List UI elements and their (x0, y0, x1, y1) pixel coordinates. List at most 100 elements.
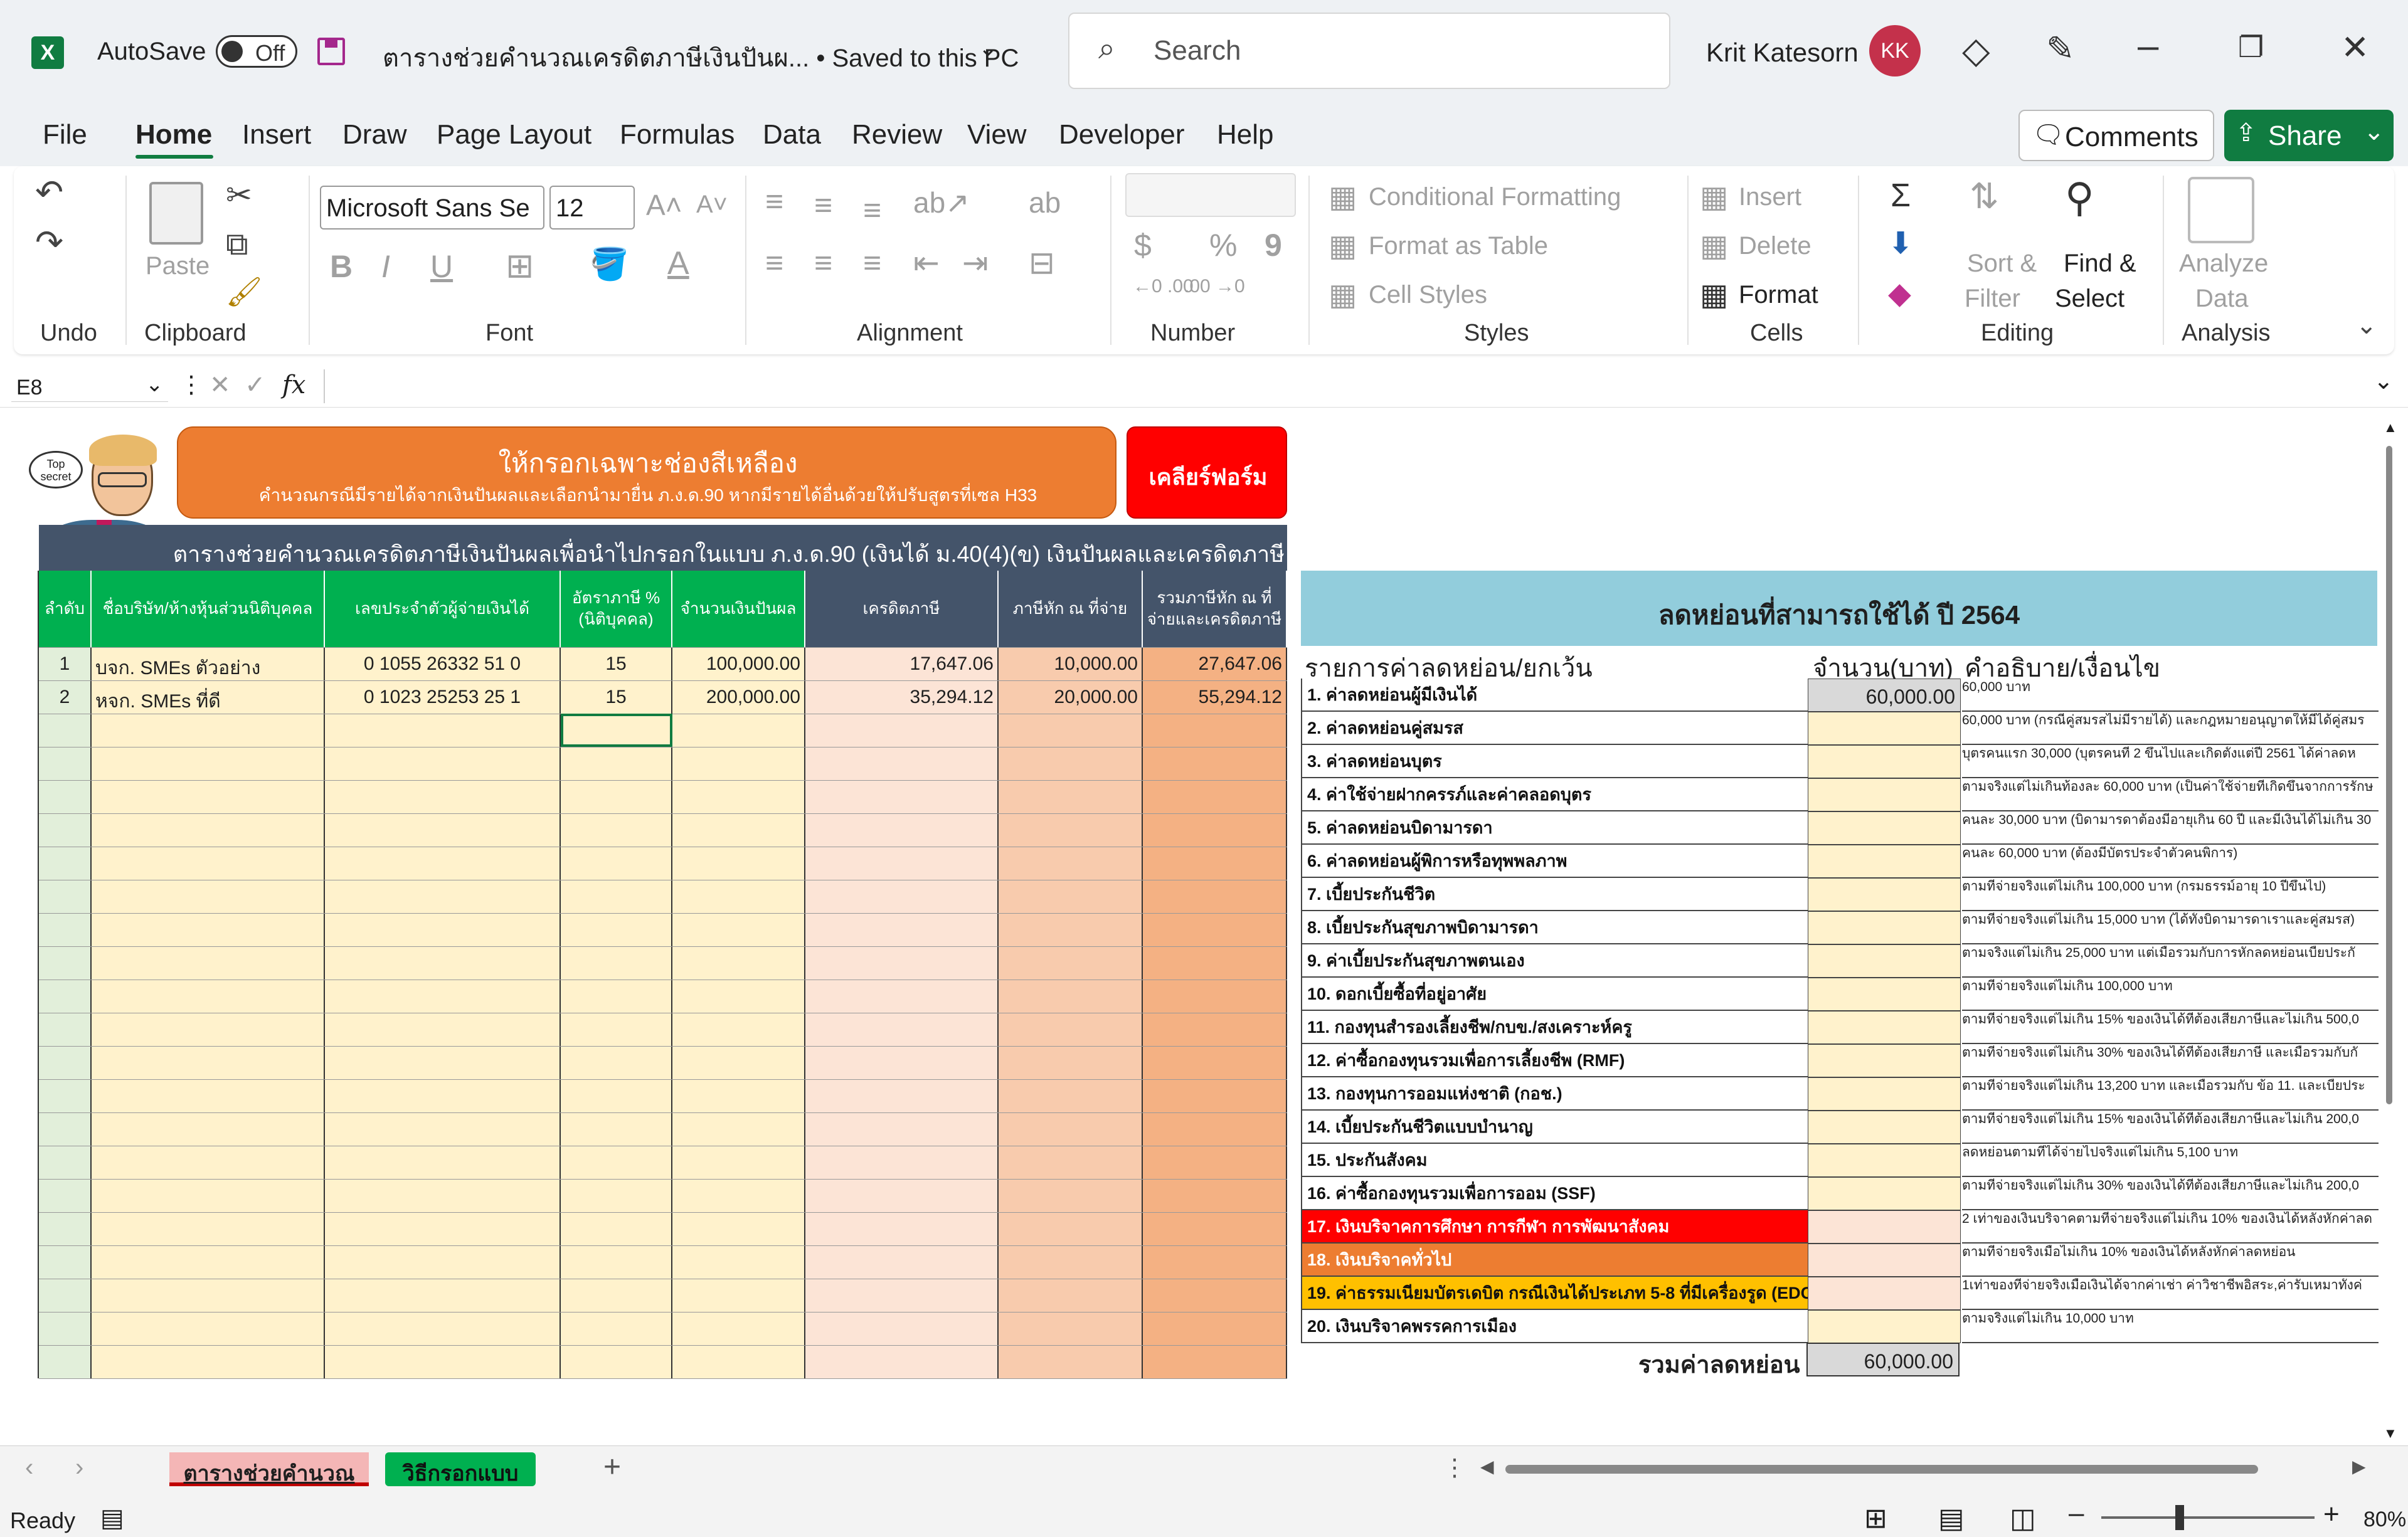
autosave-toggle[interactable]: Off (216, 35, 297, 68)
zoom-level[interactable]: 80% (2363, 1508, 2406, 1532)
clear-form-button[interactable]: เคลียร์ฟอร์ม (1127, 426, 1287, 519)
deduction-amount-input[interactable] (1808, 878, 1961, 911)
table-cell[interactable]: 17,647.06 (809, 653, 994, 680)
tab-view[interactable]: View (967, 119, 1027, 151)
tab-data[interactable]: Data (763, 119, 821, 151)
deduction-amount-input[interactable] (1808, 1111, 1961, 1144)
zoom-slider[interactable] (2101, 1505, 2315, 1530)
table-cell[interactable]: 15 (565, 687, 667, 714)
sort-filter-icon[interactable]: ⇅ (1970, 176, 1999, 217)
avatar[interactable]: KK (1869, 25, 1921, 77)
find-select-label-2[interactable]: Select (2055, 285, 2124, 313)
minimize-icon[interactable]: – (2138, 24, 2158, 67)
table-cell[interactable]: 200,000.00 (676, 687, 800, 714)
underline-button[interactable]: U (430, 248, 453, 285)
deduction-amount-input[interactable] (1808, 778, 1961, 811)
find-select-icon[interactable]: ⚲ (2065, 174, 2094, 221)
cancel-icon[interactable]: ✕ (210, 371, 231, 399)
table-cell[interactable]: 15 (565, 653, 667, 680)
deduction-amount-input[interactable] (1808, 944, 1961, 978)
diamond-icon[interactable]: ◇ (1962, 29, 1990, 71)
copy-icon[interactable]: ⧉ (226, 226, 248, 263)
currency-button[interactable]: $ (1134, 227, 1152, 263)
table-cell[interactable]: 27,647.06 (1147, 653, 1282, 680)
tab-insert[interactable]: Insert (242, 119, 311, 151)
pen-icon[interactable]: ✎ (2046, 29, 2074, 68)
analyze-data-label-2[interactable]: Data (2195, 285, 2249, 313)
deduction-amount-input[interactable] (1808, 1244, 1961, 1277)
table-cell[interactable]: 0 1055 26332 51 0 (329, 653, 556, 680)
delete-cells-button[interactable]: Delete (1739, 232, 1811, 260)
orientation-icon[interactable]: ab↗ (913, 186, 970, 219)
tab-developer[interactable]: Developer (1059, 119, 1185, 151)
undo-icon[interactable]: ↶ (35, 172, 63, 212)
deduction-amount-input[interactable] (1808, 811, 1961, 845)
deduction-amount-input[interactable] (1808, 978, 1961, 1011)
scroll-up-icon[interactable]: ▲ (2384, 420, 2397, 436)
page-layout-view-icon[interactable]: ▤ (1938, 1503, 1965, 1534)
format-as-table-button[interactable]: Format as Table (1369, 232, 1548, 260)
sheet-tab-calc[interactable]: ตารางช่วยคำนวณ (169, 1452, 369, 1486)
deduction-amount-input[interactable] (1808, 1310, 1961, 1343)
table-cell[interactable]: 100,000.00 (676, 653, 800, 680)
deduction-amount-input[interactable] (1808, 1144, 1961, 1177)
deduction-amount-input[interactable] (1808, 1044, 1961, 1077)
tab-review[interactable]: Review (852, 119, 942, 151)
tab-file[interactable]: File (43, 119, 87, 151)
zoom-in-icon[interactable]: + (2323, 1499, 2340, 1530)
close-icon[interactable]: ✕ (2341, 28, 2369, 67)
fill-icon[interactable]: ⬇ (1888, 226, 1913, 261)
deduction-amount-input[interactable] (1808, 911, 1961, 944)
table-cell[interactable]: 35,294.12 (809, 687, 994, 714)
increase-font-icon[interactable]: A˄ (646, 188, 682, 222)
percent-button[interactable]: % (1209, 227, 1237, 263)
function-icon[interactable]: fx (282, 371, 305, 399)
redo-icon[interactable]: ↷ (35, 223, 63, 262)
deduction-amount-input[interactable] (1808, 1077, 1961, 1111)
deduction-amount-input[interactable] (1808, 712, 1961, 745)
decrease-indent-icon[interactable]: ⇤ (913, 245, 940, 281)
decrease-decimal-icon[interactable]: .00 →0 (1184, 276, 1245, 297)
deduction-amount-input[interactable] (1808, 1011, 1961, 1044)
borders-icon[interactable]: ⊞ (506, 246, 534, 285)
paste-label[interactable]: Paste (146, 252, 210, 280)
bold-button[interactable]: B (330, 248, 353, 285)
table-cell[interactable]: 2 (43, 687, 87, 714)
cut-icon[interactable]: ✂ (226, 177, 252, 213)
tab-home[interactable]: Home (135, 119, 212, 151)
conditional-formatting-button[interactable]: Conditional Formatting (1369, 183, 1621, 211)
deduction-amount-input[interactable] (1808, 1210, 1961, 1244)
align-middle-icon[interactable]: ≡ (814, 187, 832, 223)
align-right-icon[interactable]: ≡ (863, 245, 881, 281)
tab-help[interactable]: Help (1217, 119, 1274, 151)
deduction-amount-input[interactable] (1808, 845, 1961, 878)
table-cell[interactable]: บจก. SMEs ตัวอย่าง (95, 653, 320, 680)
share-button[interactable]: ⇪ Share ⌄ (2224, 110, 2394, 161)
autosum-icon[interactable]: Σ (1891, 177, 1911, 214)
analyze-data-icon[interactable] (2188, 177, 2254, 243)
deduction-amount-input[interactable] (1808, 1177, 1961, 1210)
deduction-amount-input[interactable]: 60,000.00 (1808, 679, 1961, 712)
user-name[interactable]: Krit Katesorn (1706, 38, 1859, 68)
merge-center-icon[interactable]: ⊟ (1029, 245, 1055, 281)
align-left-icon[interactable]: ≡ (765, 245, 783, 281)
table-cell[interactable]: หจก. SMEs ที่ดี (95, 687, 320, 714)
table-cell[interactable]: 10,000.00 (1002, 653, 1138, 680)
more-options-icon[interactable]: ⋮ (1443, 1454, 1467, 1482)
align-top-icon[interactable]: ≡ (765, 183, 783, 219)
deduction-amount-input[interactable] (1808, 1277, 1961, 1310)
normal-view-icon[interactable]: ⊞ (1864, 1503, 1887, 1534)
format-painter-icon[interactable]: 🖌 (226, 275, 262, 309)
worksheet[interactable]: Top secret ให้กรอกเฉพาะช่องสีเหลือง คำนว… (0, 411, 2408, 1445)
fill-color-icon[interactable]: 🪣 (590, 246, 629, 283)
italic-button[interactable]: I (381, 248, 390, 285)
more-icon[interactable]: ⋮ (179, 371, 203, 399)
wrap-text-icon[interactable]: ab (1029, 186, 1061, 219)
collapse-ribbon-icon[interactable]: ⌄ (2356, 311, 2377, 340)
sort-filter-label-2[interactable]: Filter (1965, 285, 2020, 313)
clear-icon[interactable]: ◆ (1888, 276, 1911, 311)
comma-button[interactable]: 9 (1265, 227, 1282, 263)
tab-formulas[interactable]: Formulas (620, 119, 735, 151)
formula-input[interactable] (324, 369, 2375, 403)
tab-draw[interactable]: Draw (342, 119, 407, 151)
